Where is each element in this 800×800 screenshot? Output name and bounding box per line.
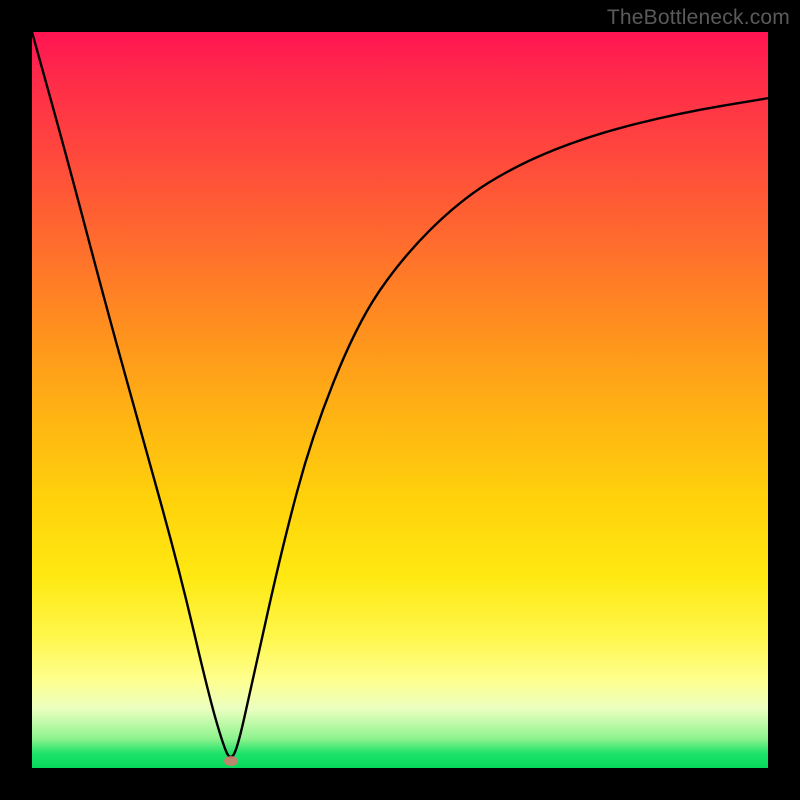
- curve-minimum-marker: [224, 756, 238, 766]
- plot-area: [32, 32, 768, 768]
- curve-svg: [32, 32, 768, 768]
- chart-frame: TheBottleneck.com: [0, 0, 800, 800]
- watermark-text: TheBottleneck.com: [607, 6, 790, 30]
- bottleneck-curve: [32, 32, 768, 757]
